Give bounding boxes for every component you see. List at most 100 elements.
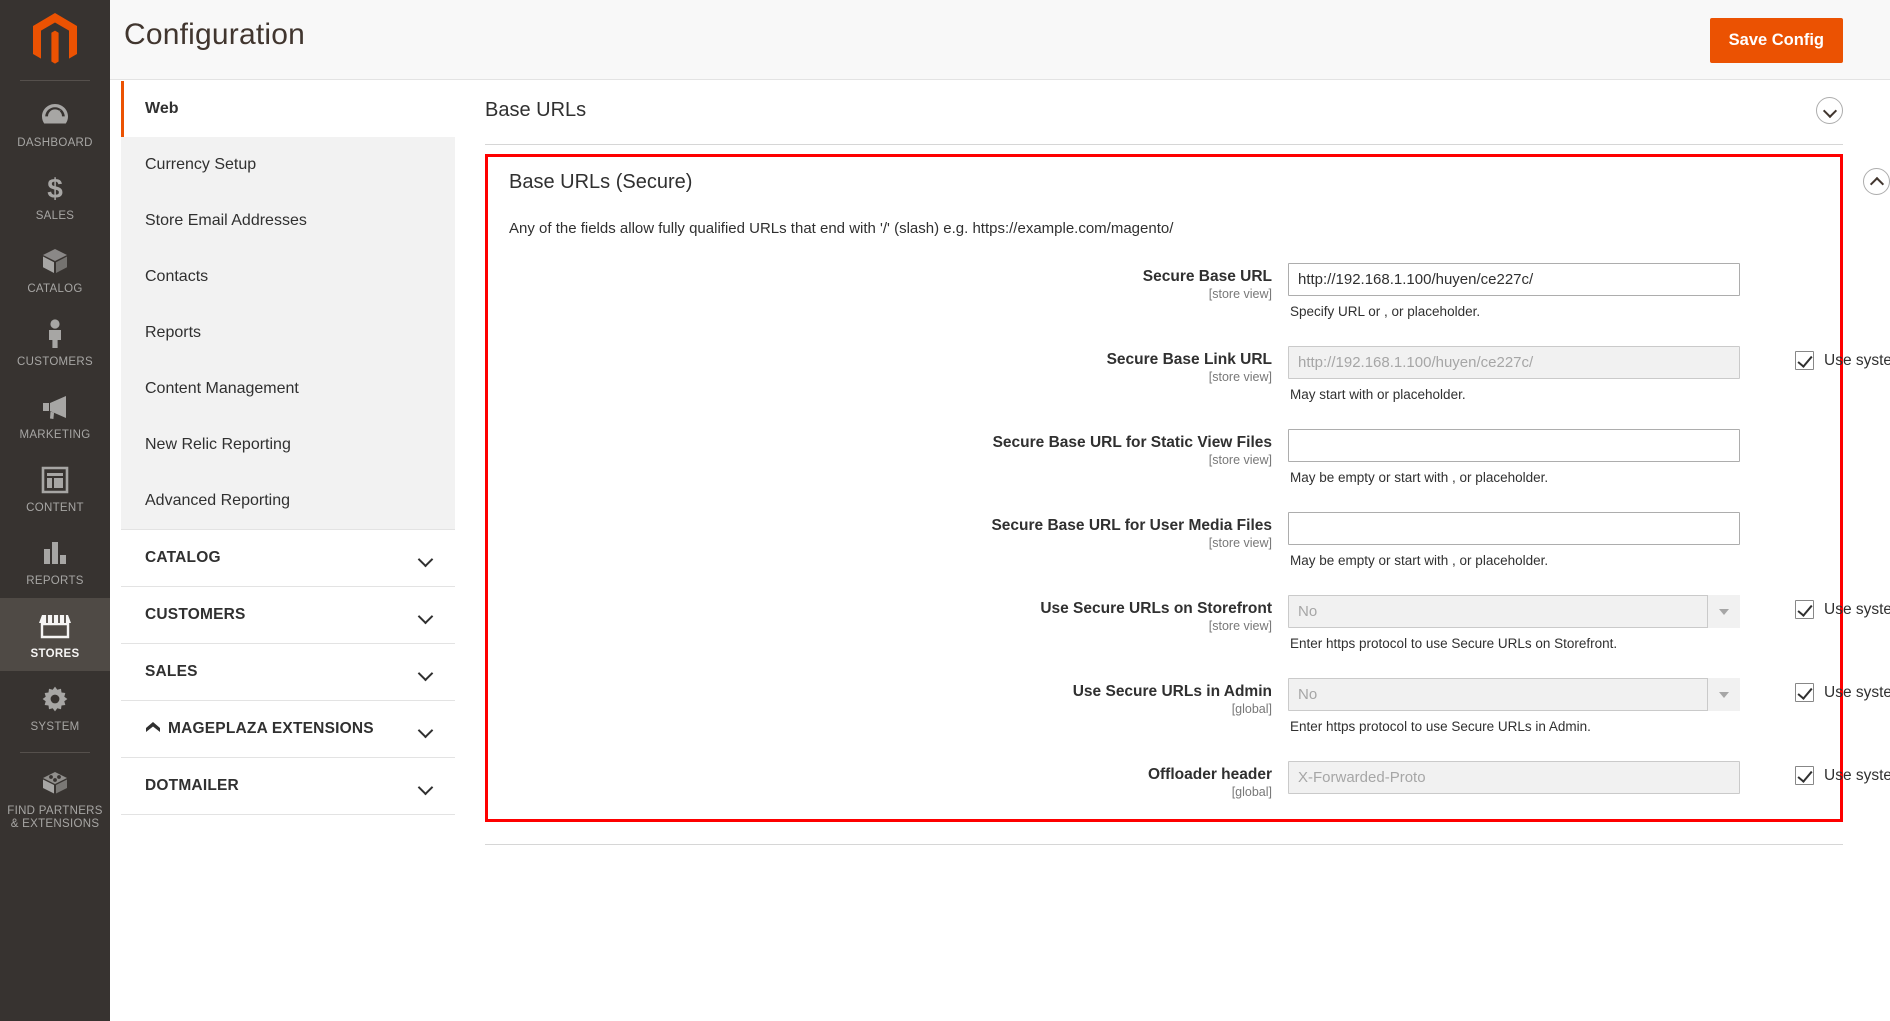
config-nav-section-catalog[interactable]: CATALOG [121, 530, 455, 587]
field-label: Secure Base Link URL [488, 350, 1272, 369]
config-nav-item-new-relic-reporting[interactable]: New Relic Reporting [121, 417, 455, 473]
field-row: Use Secure URLs in Admin [global] No Ent… [488, 652, 1840, 735]
storefront-icon [2, 610, 108, 642]
config-nav-section-label: CATALOG [145, 549, 221, 567]
offloader-header-input[interactable] [1288, 761, 1740, 794]
save-config-button[interactable]: Save Config [1710, 18, 1843, 63]
field-label-col: Offloader header [global] [488, 761, 1288, 801]
sidebar-item-customers[interactable]: CUSTOMERS [0, 306, 110, 379]
use-system-value-checkbox[interactable] [1795, 683, 1814, 702]
section-title: Base URLs (Secure) [488, 171, 1840, 194]
chevron-down-icon [419, 554, 433, 563]
box-icon [2, 245, 108, 277]
use-system-value-group[interactable]: Use system value [1743, 346, 1890, 370]
sidebar-item-catalog[interactable]: CATALOG [0, 233, 110, 306]
field-input-col: May be empty or start with , or placehol… [1288, 512, 1743, 569]
page-title: Configuration [124, 18, 305, 52]
use-system-value-group[interactable]: Use system value [1743, 761, 1890, 785]
config-nav-item-contacts[interactable]: Contacts [121, 249, 455, 305]
config-nav-item-web[interactable]: Web [121, 81, 455, 137]
dollar-sign-icon: $ [2, 172, 108, 204]
config-nav-item-store-email-addresses[interactable]: Store Email Addresses [121, 193, 455, 249]
sidebar-item-label: MARKETING [2, 429, 108, 442]
field-label-col: Use Secure URLs on Storefront [store vie… [488, 595, 1288, 635]
svg-text:$: $ [47, 173, 63, 203]
field-label-col: Secure Base URL for User Media Files [st… [488, 512, 1288, 552]
field-input-col: No Enter https protocol to use Secure UR… [1288, 595, 1743, 652]
use-system-value-checkbox[interactable] [1795, 766, 1814, 785]
field-input-col [1288, 761, 1743, 794]
use-secure-urls-admin-select[interactable]: No [1288, 678, 1740, 711]
use-system-value-checkbox[interactable] [1795, 600, 1814, 619]
field-label: Use Secure URLs in Admin [488, 682, 1272, 701]
section-title: Base URLs [485, 99, 1843, 122]
sidebar-item-label: CATALOG [2, 283, 108, 296]
field-row: Secure Base Link URL [store view] May st… [488, 320, 1840, 403]
secure-base-url-static-view-files-input[interactable] [1288, 429, 1740, 462]
sidebar-item-label: FIND PARTNERS [2, 805, 108, 818]
magento-logo[interactable] [0, 0, 110, 80]
sidebar-item-label: DASHBOARD [2, 137, 108, 150]
field-comment: Enter https protocol to use Secure URLs … [1288, 628, 1743, 652]
field-row: Use Secure URLs on Storefront [store vie… [488, 569, 1840, 652]
config-nav-section-customers[interactable]: CUSTOMERS [121, 587, 455, 644]
sidebar-item-stores[interactable]: STORES [0, 598, 110, 671]
config-nav-item-currency-setup[interactable]: Currency Setup [121, 137, 455, 193]
sidebar-item-sales[interactable]: $ SALES [0, 160, 110, 233]
use-system-value-group[interactable]: Use system value [1743, 678, 1890, 702]
chevron-down-icon [1707, 595, 1740, 628]
field-comment: May be empty or start with , or placehol… [1288, 545, 1743, 569]
chevron-down-icon [419, 725, 433, 734]
use-system-value-group[interactable]: Use system value [1743, 595, 1890, 619]
mageplaza-chevron-icon [145, 721, 161, 737]
config-nav-item-content-management[interactable]: Content Management [121, 361, 455, 417]
sidebar-item-content[interactable]: CONTENT [0, 452, 110, 525]
config-nav-section-label: CUSTOMERS [145, 606, 246, 624]
use-secure-urls-storefront-select[interactable]: No [1288, 595, 1740, 628]
field-scope: [store view] [488, 286, 1272, 303]
config-nav-item-advanced-reporting[interactable]: Advanced Reporting [121, 473, 455, 529]
config-nav-section-mageplaza-extensions[interactable]: MAGEPLAZA EXTENSIONS [121, 701, 455, 758]
field-input-col: No Enter https protocol to use Secure UR… [1288, 678, 1743, 735]
use-system-value-label[interactable]: Use system value [1824, 601, 1890, 619]
field-label: Secure Base URL for User Media Files [488, 516, 1272, 535]
config-nav-item-reports[interactable]: Reports [121, 305, 455, 361]
main-content: Base URLs Base URLs (Secure) Any of the … [455, 81, 1890, 1021]
field-label: Secure Base URL for Static View Files [488, 433, 1272, 452]
field-row: Secure Base URL for User Media Files [st… [488, 486, 1840, 569]
field-scope: [store view] [488, 535, 1272, 552]
sidebar-item-system[interactable]: SYSTEM [0, 671, 110, 744]
chevron-down-circle-icon[interactable] [1816, 97, 1843, 124]
field-label-col: Use Secure URLs in Admin [global] [488, 678, 1288, 718]
secure-base-url-input[interactable] [1288, 263, 1740, 296]
use-system-value-label[interactable]: Use system value [1824, 767, 1890, 785]
bar-chart-icon [2, 537, 108, 569]
field-scope: [store view] [488, 618, 1272, 635]
field-row: Secure Base URL for Static View Files [s… [488, 403, 1840, 486]
use-system-value-label[interactable]: Use system value [1824, 684, 1890, 702]
secure-base-link-url-input[interactable] [1288, 346, 1740, 379]
sidebar-item-dashboard[interactable]: DASHBOARD [0, 87, 110, 160]
chevron-down-icon [419, 782, 433, 791]
config-nav-section-sales[interactable]: SALES [121, 644, 455, 701]
config-nav-section-dotmailer[interactable]: DOTMAILER [121, 758, 455, 815]
use-system-value-checkbox[interactable] [1795, 351, 1814, 370]
section-base-urls[interactable]: Base URLs [485, 81, 1843, 145]
field-input-col: May be empty or start with , or placehol… [1288, 429, 1743, 486]
field-row: Secure Base URL [store view] Specify URL… [488, 237, 1840, 320]
sidebar-item-find-partners[interactable]: FIND PARTNERS & EXTENSIONS [0, 755, 110, 841]
chevron-up-circle-icon[interactable] [1863, 168, 1890, 195]
config-nav-section-label: SALES [145, 663, 198, 681]
field-input-col: Specify URL or , or placeholder. [1288, 263, 1743, 320]
use-system-value-label[interactable]: Use system value [1824, 352, 1890, 370]
field-label-col: Secure Base URL [store view] [488, 263, 1288, 303]
sidebar-item-label: CONTENT [2, 502, 108, 515]
field-scope: [global] [488, 701, 1272, 718]
sidebar-item-label-2: & EXTENSIONS [2, 818, 108, 831]
chevron-down-icon [1707, 678, 1740, 711]
secure-base-url-user-media-files-input[interactable] [1288, 512, 1740, 545]
sidebar-item-marketing[interactable]: MARKETING [0, 379, 110, 452]
select-value: No [1288, 678, 1740, 711]
sidebar-item-reports[interactable]: REPORTS [0, 525, 110, 598]
admin-sidebar: DASHBOARD $ SALES CATALOG CUSTOMERS MARK… [0, 0, 110, 1021]
